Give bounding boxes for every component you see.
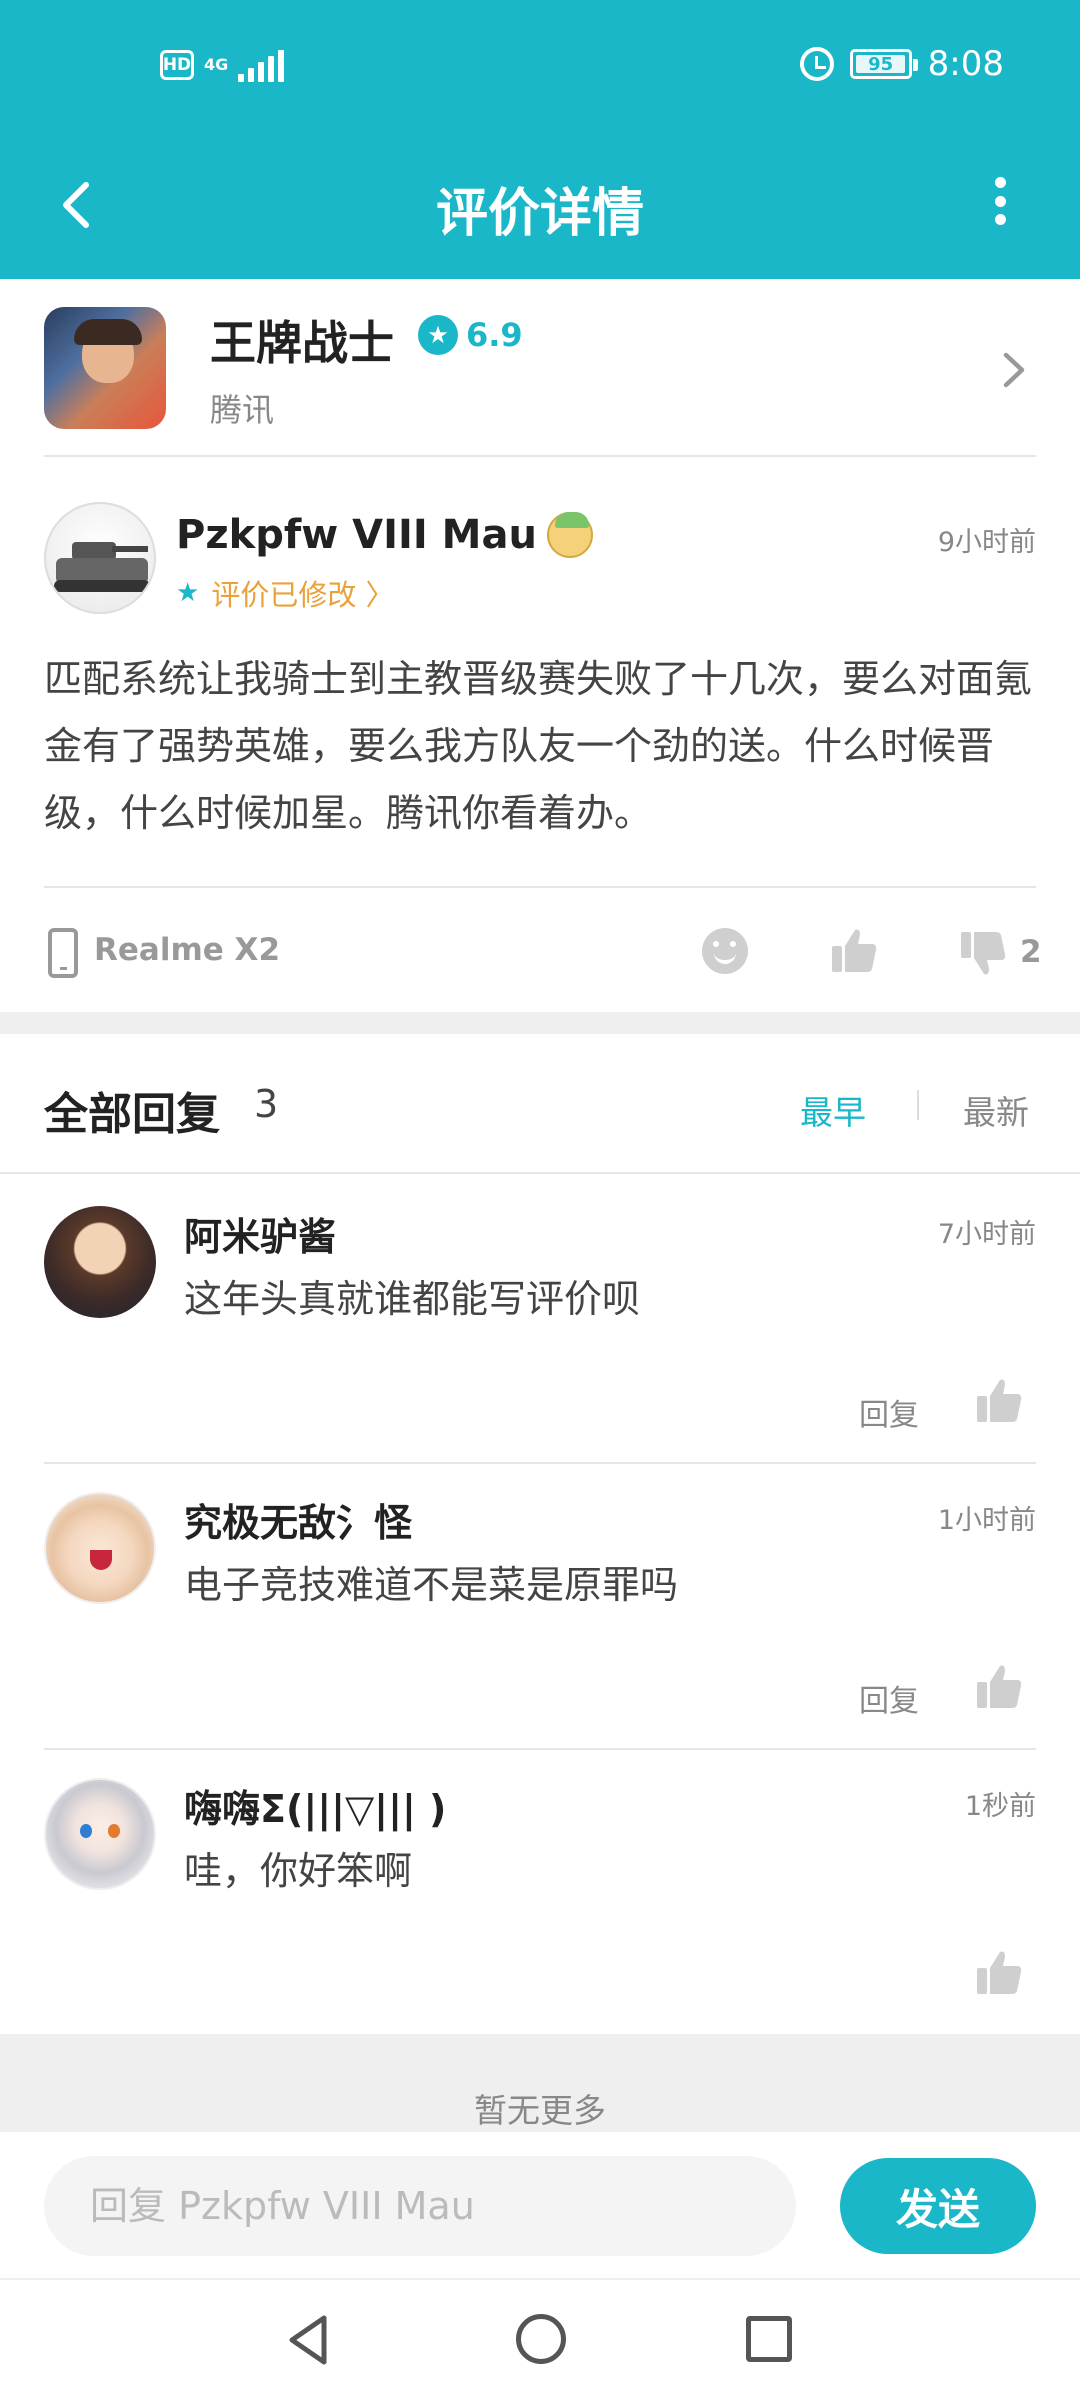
review-author: Pzkpfw VIII Mau ★ 评价已修改 〉 9小时前	[44, 502, 1036, 622]
replies-header: 全部回复 3 最早 最新	[0, 1034, 1080, 1174]
system-home-icon[interactable]	[516, 2314, 566, 2364]
device-name: Realme X2	[94, 932, 281, 968]
system-nav-bar	[0, 2282, 1080, 2400]
reply-username[interactable]: 阿米驴酱	[184, 1206, 336, 1261]
score-value: 6.9	[466, 316, 523, 354]
reply-button[interactable]: 回复	[859, 1676, 919, 1720]
reply-item: 究极无敌氵怪 1小时前 电子竞技难道不是菜是原罪吗 回复	[44, 1462, 1036, 1750]
reply-time: 1秒前	[964, 1791, 1036, 1822]
thumbs-up-icon[interactable]	[974, 1662, 1024, 1712]
status-left: HD 4G	[160, 48, 285, 82]
header: HD 4G 95 8:08 评价详情	[0, 0, 1080, 279]
replies-count: 3	[254, 1082, 279, 1126]
clock: 8:08	[927, 44, 1004, 84]
no-more-text: 暂无更多	[474, 2091, 606, 2130]
system-recents-icon[interactable]	[746, 2316, 792, 2362]
battery-icon: 95	[849, 49, 918, 79]
reply-input-bar: 发送	[0, 2132, 1080, 2280]
emoji-badge-icon	[546, 512, 593, 558]
reply-text: 哇，你好笨啊	[184, 1849, 413, 1893]
reply-item: 阿米驴酱 7小时前 这年头真就谁都能写评价呗 回复	[44, 1176, 1036, 1464]
review-text: 匹配系统让我骑士到主教晋级赛失败了十几次，要么对面氪金有了强势英雄，要么我方队友…	[44, 657, 1033, 835]
status-right: 95 8:08	[799, 44, 1004, 84]
reply-item: 嗨嗨Σ(|||▽||| ) 1秒前 哇，你好笨啊	[44, 1748, 1036, 2036]
edited-text: 评价已修改 〉	[211, 578, 395, 612]
hd-icon: HD	[160, 50, 194, 80]
reply-button[interactable]: 回复	[859, 1390, 919, 1434]
thumbs-up-icon[interactable]	[974, 1948, 1024, 1998]
reply-input[interactable]	[44, 2156, 796, 2256]
chevron-right-icon[interactable]	[996, 345, 1032, 395]
signal-icon	[238, 48, 285, 82]
reply-username[interactable]: 究极无敌氵怪	[184, 1492, 412, 1547]
thumbs-up-icon[interactable]	[829, 926, 879, 976]
avatar[interactable]	[44, 1778, 156, 1890]
thumbs-down-icon[interactable]	[958, 928, 1008, 978]
list-end: 暂无更多	[0, 2034, 1080, 2132]
reply-time: 7小时前	[937, 1219, 1036, 1250]
nav-bar: 评价详情	[0, 135, 1080, 279]
send-button[interactable]: 发送	[840, 2158, 1036, 2254]
reply-text: 这年头真就谁都能写评价呗	[184, 1277, 641, 1321]
divider	[917, 1090, 919, 1120]
review-edited-label[interactable]: ★ 评价已修改 〉	[176, 572, 395, 614]
app-name: 王牌战士	[210, 316, 394, 370]
app-publisher: 腾讯	[210, 391, 275, 429]
sort-earliest-tab[interactable]: 最早	[800, 1086, 866, 1134]
username-text: Pzkpfw VIII Mau	[176, 512, 537, 558]
app-score: ★ 6.9	[418, 315, 523, 355]
phone-icon	[48, 928, 78, 978]
review-footer: Realme X2 2	[44, 886, 1042, 1014]
network-type: 4G	[204, 55, 229, 74]
avatar[interactable]	[44, 1206, 156, 1318]
avatar[interactable]	[44, 502, 156, 614]
reply-time: 1小时前	[937, 1505, 1036, 1536]
thumbs-up-icon[interactable]	[974, 1376, 1024, 1426]
emoji-reaction-icon[interactable]	[702, 928, 748, 974]
sort-newest-tab[interactable]: 最新	[963, 1086, 1029, 1134]
section-divider	[0, 1012, 1080, 1034]
reply-username[interactable]: 嗨嗨Σ(|||▽||| )	[184, 1778, 446, 1833]
status-bar: HD 4G 95 8:08	[0, 0, 1080, 135]
app-info-row[interactable]: 王牌战士 ★ 6.9 腾讯	[44, 307, 1036, 457]
replies-title: 全部回复	[44, 1089, 220, 1140]
system-back-icon[interactable]	[280, 2312, 336, 2368]
app-icon	[44, 307, 166, 429]
star-icon: ★	[418, 315, 458, 355]
reply-text: 电子竞技难道不是菜是原罪吗	[184, 1563, 679, 1607]
battery-level: 95	[868, 53, 894, 75]
star-icon: ★	[176, 578, 200, 608]
review-username[interactable]: Pzkpfw VIII Mau	[176, 512, 593, 558]
dislike-count: 2	[1020, 934, 1042, 970]
avatar[interactable]	[44, 1492, 156, 1604]
page-title: 评价详情	[435, 184, 644, 244]
review-time: 9小时前	[937, 527, 1036, 558]
more-options-icon[interactable]	[980, 169, 1020, 233]
alarm-icon	[799, 47, 834, 81]
